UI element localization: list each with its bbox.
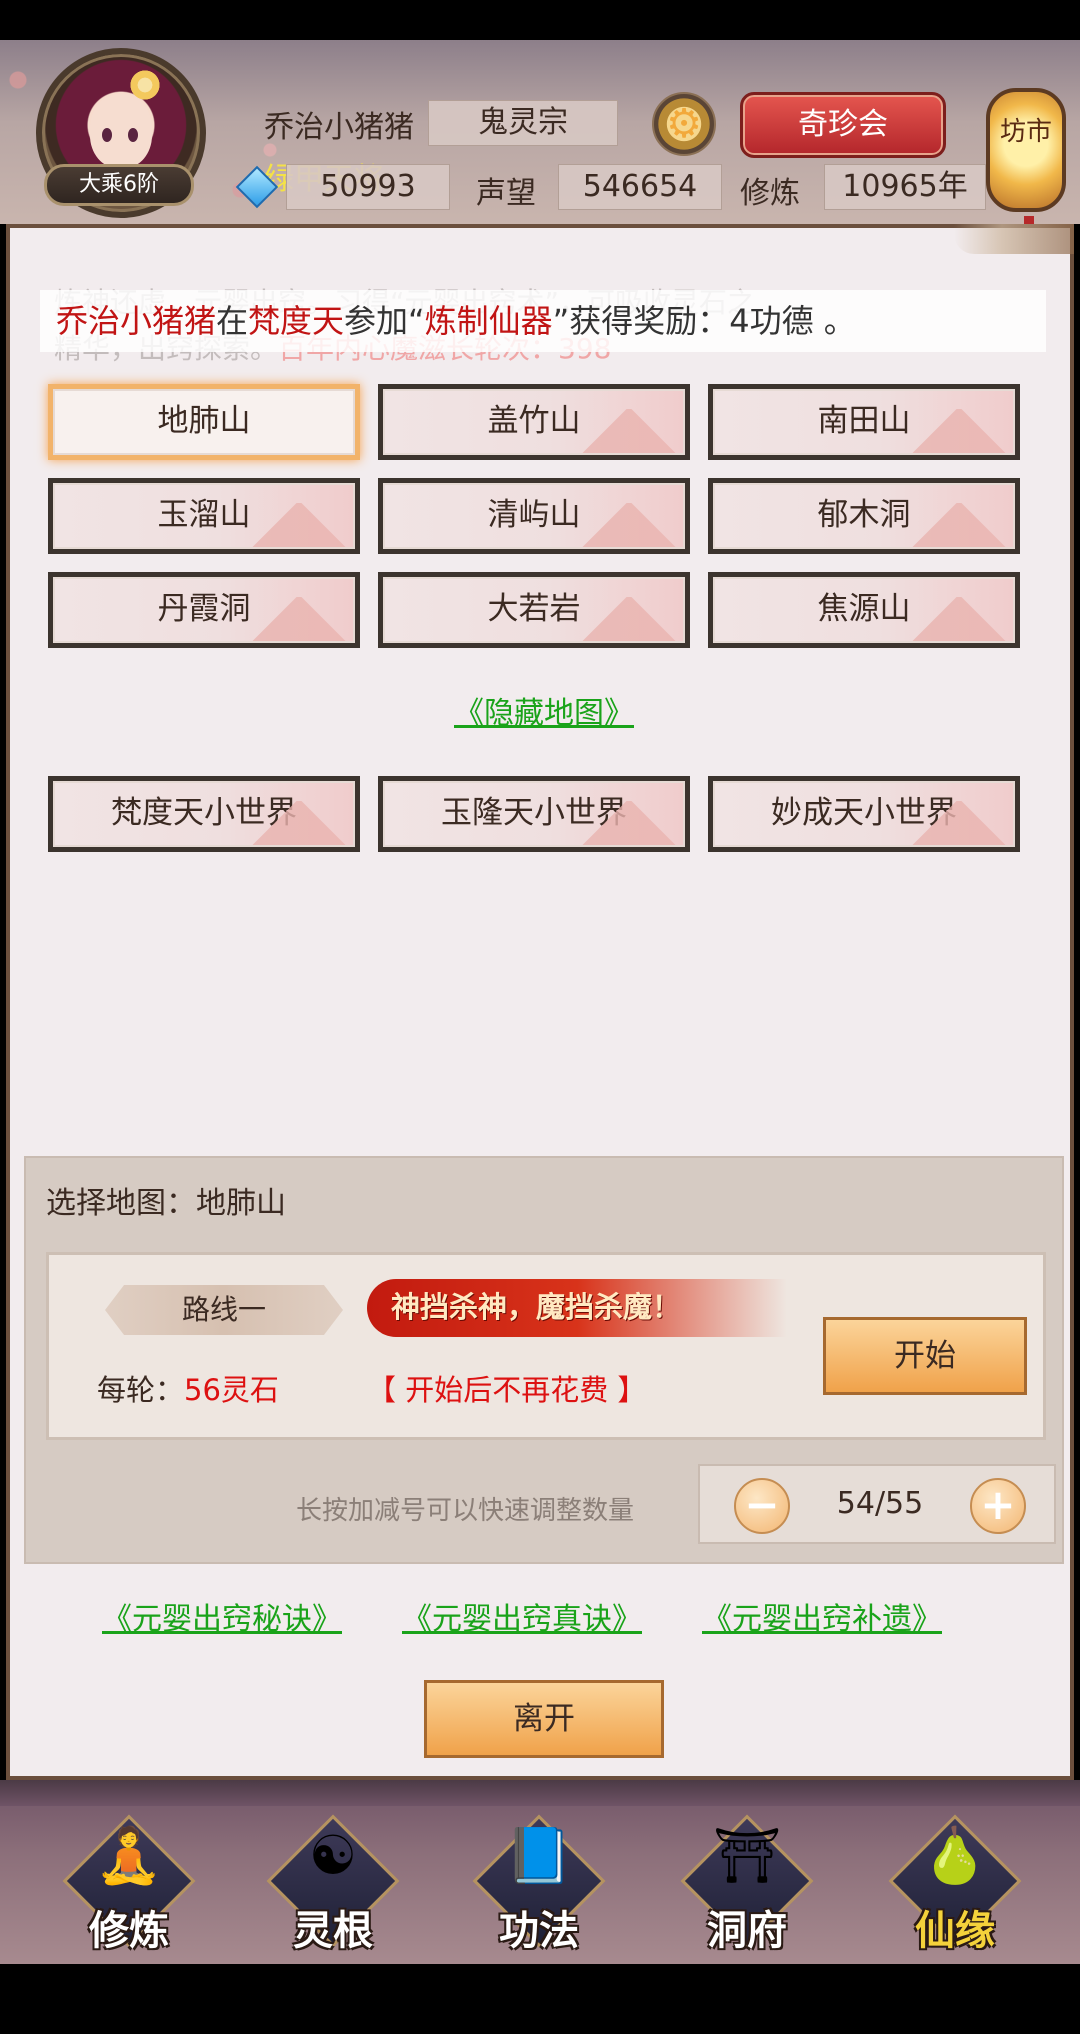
pavilion-icon: ⛩ (712, 1824, 782, 1887)
player-name: 乔治小猪猪 (264, 110, 414, 145)
round-count-value: 54/55 (836, 1486, 924, 1521)
map-button-label: 玉溜山 (53, 483, 355, 549)
nav-label: 洞府 (707, 1908, 787, 1954)
map-button-label: 焦源山 (713, 577, 1015, 643)
reputation-label: 声望 (476, 176, 536, 211)
plus-icon[interactable]: + (970, 1478, 1026, 1534)
map-button-label: 盖竹山 (383, 389, 685, 455)
gear-icon[interactable]: ⚙ (652, 92, 716, 156)
notice-player: 乔治小猪猪 (56, 302, 217, 340)
map-button-difeishan[interactable]: 地肺山 (48, 384, 360, 460)
notice-event: 炼制仙器 (424, 302, 553, 340)
map-button-yumudong[interactable]: 郁木洞 (708, 478, 1020, 554)
market-lantern-label: 坊市 (999, 117, 1052, 147)
nav-label: 修炼 (89, 1908, 169, 1954)
hooded-figure-icon: 🧘 (95, 1824, 163, 1887)
small-world-label: 妙成天小世界 (713, 781, 1015, 847)
minus-icon[interactable]: − (734, 1478, 790, 1534)
spirit-stone-count: 50993 (286, 164, 450, 210)
map-button-daruoyan[interactable]: 大若岩 (378, 572, 690, 648)
treasure-auction-button[interactable]: 奇珍会 (740, 92, 946, 158)
selected-map-label: 选择地图：地肺山 (46, 1186, 286, 1221)
map-button-label: 地肺山 (53, 389, 355, 455)
cost-per-round: 每轮：56灵石 (97, 1367, 279, 1409)
hair-flower-icon (128, 68, 162, 102)
nav-cave-dwelling[interactable]: ⛩ 洞府 (672, 1810, 822, 1960)
route-selection-area: 选择地图：地肺山 路线一 神挡杀神，魔挡杀魔！ 每轮：56灵石 【 开始后不再花… (24, 1156, 1064, 1564)
notice-text-2: 参加“ (344, 302, 425, 340)
route-slogan-banner: 神挡杀神，魔挡杀魔！ (367, 1279, 787, 1337)
start-button[interactable]: 开始 (823, 1317, 1027, 1395)
bottom-nav: 🧘 修炼 ☯ 灵根 📘 功法 ⛩ 洞府 🍐 仙缘 (0, 1780, 1080, 1964)
map-button-qingyushan[interactable]: 清屿山 (378, 478, 690, 554)
guide-links: 《元婴出窍秘诀》 《元婴出窍真诀》 《元婴出窍补遗》 (10, 1594, 1078, 1637)
map-select-panel: 炼神还虚，元婴出窍。习得“元婴出窍术”，可吸收灵石之 精华，出窍探索。百年内心魔… (6, 224, 1074, 1780)
avatar-face (90, 94, 152, 168)
cost-value: 56灵石 (184, 1373, 279, 1407)
map-button-label: 郁木洞 (713, 483, 1015, 549)
small-world-button-miaochengtian[interactable]: 妙成天小世界 (708, 776, 1020, 852)
small-world-button-fandutian[interactable]: 梵度天小世界 (48, 776, 360, 852)
map-button-danxiadong[interactable]: 丹霞洞 (48, 572, 360, 648)
map-button-label: 大若岩 (383, 577, 685, 643)
broadcast-notice: 乔治小猪猪在梵度天参加“炼制仙器”获得奖励：4功德 。 (40, 290, 1046, 352)
route-card: 路线一 神挡杀神，魔挡杀魔！ 每轮：56灵石 【 开始后不再花费 】 开始 (46, 1252, 1046, 1440)
notice-text-3: ”获得奖励：4功德 。 (552, 302, 856, 340)
guide-link-supplement[interactable]: 《元婴出窍补遗》 (702, 1594, 942, 1638)
route-name-tag: 路线一 (105, 1285, 343, 1335)
nav-fate[interactable]: 🍐 仙缘 (880, 1810, 1030, 1960)
map-button-label: 清屿山 (383, 483, 685, 549)
cultivation-value: 10965年 (824, 164, 986, 210)
guide-link-true[interactable]: 《元婴出窍真诀》 (402, 1594, 642, 1638)
avatar-eye (102, 128, 112, 142)
map-button-label: 南田山 (713, 389, 1015, 455)
guide-link-secret[interactable]: 《元婴出窍秘诀》 (102, 1594, 342, 1638)
cost-label: 每轮： (97, 1373, 185, 1407)
small-world-button-yuluntian[interactable]: 玉隆天小世界 (378, 776, 690, 852)
notice-place: 梵度天 (248, 302, 345, 340)
nav-cultivate[interactable]: 🧘 修炼 (54, 1810, 204, 1960)
nav-label: 仙缘 (915, 1908, 995, 1954)
sect-name: 鬼灵宗 (428, 100, 618, 146)
reputation-value: 546654 (558, 164, 722, 210)
map-button-label: 丹霞洞 (53, 577, 355, 643)
sword-yin-yang-icon: ☯ (308, 1824, 358, 1887)
leave-button[interactable]: 离开 (424, 1680, 664, 1758)
book-icon: 📘 (505, 1824, 573, 1887)
map-button-yuliushan[interactable]: 玉溜山 (48, 478, 360, 554)
no-fee-note: 【 开始后不再花费 】 (367, 1373, 647, 1407)
rank-badge: 大乘6阶 (44, 164, 194, 206)
market-lantern-button[interactable]: 坊市 (986, 88, 1066, 286)
nav-label: 灵根 (293, 1908, 373, 1954)
nav-label: 功法 (499, 1908, 579, 1954)
small-world-label: 玉隆天小世界 (383, 781, 685, 847)
map-button-jiaoyuanshan[interactable]: 焦源山 (708, 572, 1020, 648)
map-button-nantianshan[interactable]: 南田山 (708, 384, 1020, 460)
nav-spirit-root[interactable]: ☯ 灵根 (258, 1810, 408, 1960)
round-count-stepper: − 54/55 + (698, 1464, 1056, 1544)
cultivation-label: 修炼 (740, 176, 800, 211)
hidden-map-link[interactable]: 《隐藏地图》 (10, 688, 1078, 732)
small-world-label: 梵度天小世界 (53, 781, 355, 847)
stepper-hint: 长按加减号可以快速调整数量 (296, 1496, 635, 1526)
avatar-eye (128, 128, 138, 142)
map-button-gaizhushan[interactable]: 盖竹山 (378, 384, 690, 460)
gourd-icon: 🍐 (921, 1824, 989, 1887)
nav-techniques[interactable]: 📘 功法 (464, 1810, 614, 1960)
notice-text-1: 在 (216, 302, 249, 340)
